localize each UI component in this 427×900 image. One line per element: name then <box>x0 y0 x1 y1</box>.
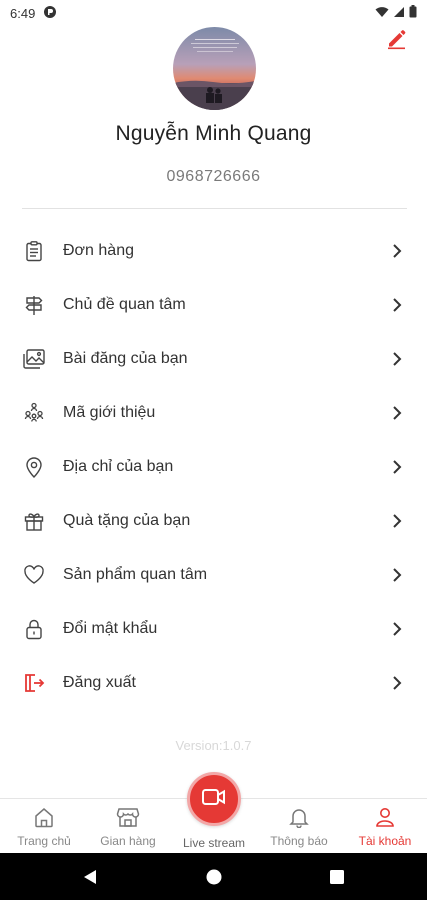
back-icon[interactable] <box>78 865 102 889</box>
battery-icon <box>409 5 417 21</box>
menu-item-topics[interactable]: Chủ đề quan tâm <box>0 278 427 332</box>
system-nav-bar <box>0 853 427 900</box>
nav-home[interactable]: Trang chủ <box>8 799 80 854</box>
menu-item-favorites[interactable]: Sản phẩm quan tâm <box>0 548 427 602</box>
logout-icon <box>22 671 46 695</box>
nav-notifications-label: Thông báo <box>270 834 328 848</box>
chevron-right-icon <box>389 513 405 529</box>
signpost-icon <box>22 293 46 317</box>
wifi-icon <box>375 6 389 21</box>
chevron-right-icon <box>389 405 405 421</box>
menu-item-label: Đổi mật khẩu <box>63 620 158 637</box>
pencil-icon <box>385 28 407 55</box>
nav-account-label: Tài khoản <box>358 834 412 848</box>
menu-item-referral[interactable]: Mã giới thiệu <box>0 386 427 440</box>
menu-item-address[interactable]: Địa chỉ của bạn <box>0 440 427 494</box>
menu-item-label: Đơn hàng <box>63 242 134 259</box>
status-right <box>375 5 417 21</box>
status-left: 6:49 <box>10 5 57 22</box>
menu-item-logout[interactable]: Đăng xuất <box>0 656 427 710</box>
nav-account[interactable]: Tài khoản <box>348 799 422 854</box>
live-stream-button[interactable] <box>187 772 241 826</box>
chevron-right-icon <box>389 567 405 583</box>
menu-item-gifts[interactable]: Quà tặng của bạn <box>0 494 427 548</box>
user-icon <box>373 805 397 829</box>
location-pin-icon <box>22 455 46 479</box>
nav-notifications[interactable]: Thông báo <box>262 799 336 854</box>
menu-item-label: Chủ đề quan tâm <box>63 296 186 313</box>
menu-item-label: Mã giới thiệu <box>63 404 156 421</box>
gift-icon <box>22 509 46 533</box>
referral-network-icon <box>22 401 46 425</box>
status-bar: 6:49 <box>0 0 427 26</box>
edit-profile-button[interactable] <box>383 28 409 54</box>
chevron-right-icon <box>389 675 405 691</box>
menu-item-posts[interactable]: Bài đăng của bạn <box>0 332 427 386</box>
chevron-right-icon <box>389 297 405 313</box>
chevron-right-icon <box>389 351 405 367</box>
menu-item-label: Sản phẩm quan tâm <box>63 566 208 583</box>
menu-item-label: Đăng xuất <box>63 674 136 691</box>
menu-item-change-password[interactable]: Đổi mật khẩu <box>0 602 427 656</box>
chevron-right-icon <box>389 459 405 475</box>
image-icon <box>22 347 46 371</box>
menu-item-label: Quà tặng của bạn <box>63 512 191 529</box>
nav-store-label: Gian hàng <box>100 834 156 848</box>
profile-phone: 0968726666 <box>166 168 261 185</box>
account-menu: Đơn hàng Chủ đề quan tâm Bài đăng của bạ… <box>0 224 427 710</box>
status-time: 6:49 <box>10 5 36 21</box>
lock-icon <box>22 617 46 641</box>
signal-icon <box>393 6 405 21</box>
bell-icon <box>287 805 311 829</box>
menu-item-orders[interactable]: Đơn hàng <box>0 224 427 278</box>
profile-divider <box>22 208 407 209</box>
recents-icon[interactable] <box>325 865 349 889</box>
profile-name: Nguyễn Minh Quang <box>115 122 312 145</box>
app-version: Version:1.0.7 <box>175 738 252 753</box>
store-icon <box>116 805 140 829</box>
home-icon <box>32 805 56 829</box>
notification-app-icon <box>43 5 57 22</box>
nav-store[interactable]: Gian hàng <box>92 799 164 854</box>
home-circle-icon[interactable] <box>202 865 226 889</box>
avatar[interactable] <box>173 27 256 110</box>
video-camera-icon <box>201 787 227 812</box>
clipboard-list-icon <box>22 239 46 263</box>
menu-item-label: Địa chỉ của bạn <box>63 458 174 475</box>
chevron-right-icon <box>389 621 405 637</box>
nav-home-label: Trang chủ <box>17 834 71 848</box>
chevron-right-icon <box>389 243 405 259</box>
nav-live-stream-label: Live stream <box>182 836 246 850</box>
heart-icon <box>22 563 46 587</box>
menu-item-label: Bài đăng của bạn <box>63 350 188 367</box>
